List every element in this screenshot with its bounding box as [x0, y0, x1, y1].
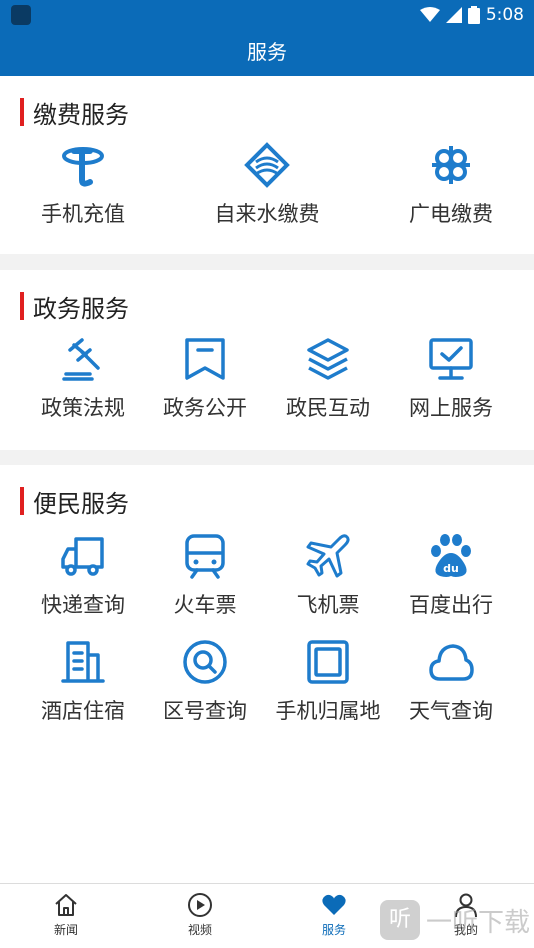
status-indicators: 5:08	[419, 0, 524, 30]
service-citizen-interaction[interactable]: 政民互动	[263, 336, 393, 422]
service-label: 火车票	[173, 593, 237, 617]
payment-services-section: 缴费服务 手机充值 自来水缴费 广电缴费	[0, 76, 534, 254]
page-title: 服务	[0, 30, 534, 76]
service-label: 手机归属地	[275, 699, 381, 723]
battery-icon	[467, 6, 480, 24]
service-policies[interactable]: 政策法规	[18, 336, 148, 422]
status-time: 5:08	[485, 5, 524, 25]
service-label: 快递查询	[41, 593, 125, 617]
service-flight-tickets[interactable]: 飞机票	[263, 533, 393, 619]
truck-icon	[61, 537, 104, 576]
service-area-code-lookup[interactable]: 区号查询	[140, 639, 270, 725]
service-phone-location[interactable]: 手机归属地	[263, 639, 393, 725]
section-header: 政务服务	[20, 290, 129, 323]
layers-icon	[307, 338, 349, 380]
nav-tab-mine[interactable]: 我的	[426, 892, 506, 938]
section-accent-bar	[20, 487, 24, 515]
baidu-paw-icon: du	[431, 534, 471, 577]
airplane-icon	[306, 534, 350, 578]
service-weather[interactable]: 天气查询	[386, 639, 516, 725]
section-accent-bar	[20, 292, 24, 320]
home-icon	[55, 894, 77, 916]
service-label: 手机充值	[41, 202, 125, 226]
service-label: 自来水缴费	[214, 202, 320, 226]
section-header: 便民服务	[20, 485, 129, 518]
signal-icon	[445, 7, 462, 23]
china-unicom-icon	[432, 146, 470, 184]
nav-label: 服务	[321, 923, 346, 937]
service-express-tracking[interactable]: 快递查询	[18, 533, 148, 619]
play-circle-icon	[188, 893, 212, 917]
service-label: 区号查询	[163, 699, 247, 723]
china-telecom-icon	[62, 147, 104, 187]
service-water-bill[interactable]: 自来水缴费	[202, 142, 332, 228]
service-label: 政策法规	[41, 396, 125, 420]
cloud-icon	[429, 644, 474, 681]
section-header: 缴费服务	[20, 96, 129, 129]
user-icon	[455, 893, 477, 918]
tablet-icon	[307, 640, 349, 684]
service-hotels[interactable]: 酒店住宿	[18, 639, 148, 725]
gavel-icon	[62, 338, 100, 381]
service-train-tickets[interactable]: 火车票	[140, 533, 270, 619]
status-bar: 5:08	[0, 0, 534, 30]
service-label: 政民互动	[286, 396, 370, 420]
government-services-section: 政务服务 政策法规 政务公开 政民互动 网上服务	[0, 270, 534, 450]
monitor-check-icon	[429, 338, 473, 380]
service-label: 飞机票	[296, 593, 360, 617]
nav-tab-news[interactable]: 新闻	[26, 892, 106, 938]
bottom-navigation: 新闻 视频 服务 我的	[0, 883, 534, 948]
service-label: 酒店住宿	[41, 699, 125, 723]
search-circle-icon	[183, 640, 227, 684]
section-accent-bar	[20, 98, 24, 126]
building-icon	[61, 641, 105, 683]
service-label: 广电缴费	[409, 202, 493, 226]
service-online-services[interactable]: 网上服务	[386, 336, 516, 422]
nav-tab-video[interactable]: 视频	[160, 892, 240, 938]
service-gov-disclosure[interactable]: 政务公开	[140, 336, 270, 422]
section-title: 缴费服务	[33, 100, 129, 129]
service-label: 天气查询	[409, 699, 493, 723]
nav-label: 我的	[453, 923, 478, 937]
bookmark-icon	[185, 338, 225, 380]
service-label: 网上服务	[409, 396, 493, 420]
nav-tab-services[interactable]: 服务	[294, 892, 374, 938]
nav-label: 视频	[187, 923, 212, 937]
service-label: 百度出行	[409, 593, 493, 617]
service-label: 政务公开	[163, 396, 247, 420]
nav-label: 新闻	[53, 923, 78, 937]
service-baidu-travel[interactable]: du 百度出行	[386, 533, 516, 619]
wifi-icon	[419, 7, 440, 22]
app-notification-icon	[11, 5, 31, 25]
section-title: 政务服务	[33, 294, 129, 323]
service-cable-tv-bill[interactable]: 广电缴费	[386, 142, 516, 228]
heart-icon	[322, 894, 346, 915]
section-title: 便民服务	[33, 489, 129, 518]
svg-text:du: du	[443, 562, 459, 575]
convenience-services-section: 便民服务 快递查询 火车票 飞机票 du 百度出行 酒店住宿 区号查询 手机归属…	[0, 465, 534, 883]
train-icon	[185, 534, 225, 579]
service-mobile-recharge[interactable]: 手机充值	[18, 142, 148, 228]
china-mobile-icon	[244, 142, 290, 188]
